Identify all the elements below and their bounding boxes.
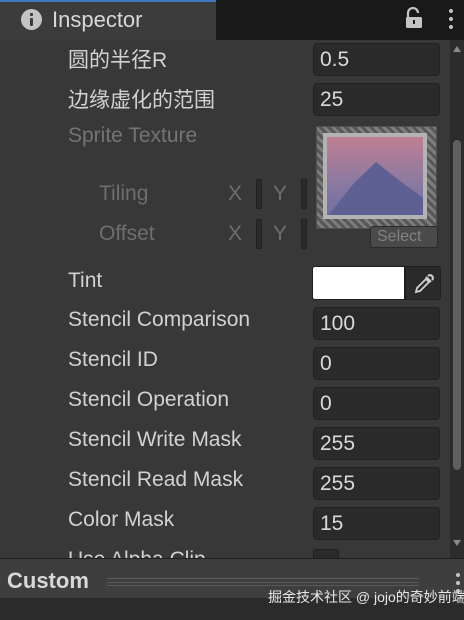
stencil-read-mask-field[interactable]: 255 (313, 467, 440, 500)
property-row-stencil-operation: Stencil Operation 0 (0, 384, 450, 424)
stencil-operation-label: Stencil Operation (68, 388, 230, 411)
property-row-stencil-comparison: Stencil Comparison 100 (0, 304, 450, 344)
custom-panel-header: Custom 掘金技术社区 @ jojo的奇妙前端 (0, 559, 464, 620)
offset-label: Offset (99, 222, 155, 245)
property-row-stencil-write-mask: Stencil Write Mask 255 (0, 424, 450, 464)
texture-select-button[interactable]: Select (370, 226, 438, 248)
tiling-label: Tiling (99, 182, 149, 205)
tint-label: Tint (68, 269, 103, 292)
stencil-id-field[interactable]: 0 (313, 347, 440, 380)
alpha-clip-label: Use Alpha Clip (68, 548, 206, 558)
stencil-id-label: Stencil ID (68, 348, 158, 371)
tiling-x-label: X (228, 182, 243, 205)
property-row-radius: 圆的半径R 0.5 (0, 40, 450, 80)
stencil-comparison-label: Stencil Comparison (68, 308, 251, 331)
tiling-y-field[interactable] (301, 179, 307, 209)
tab-inspector[interactable]: Inspector (0, 0, 216, 40)
sprite-texture-label: Sprite Texture (68, 124, 198, 147)
property-row-edge-blur: 边缘虚化的范围 25 (0, 80, 450, 120)
texture-thumbnail (323, 133, 427, 219)
tiling-x-field[interactable] (256, 179, 262, 209)
vertical-scrollbar[interactable] (450, 40, 464, 558)
property-row-stencil-read-mask: Stencil Read Mask 255 (0, 464, 450, 504)
stencil-write-mask-label: Stencil Write Mask (68, 428, 242, 451)
edge-blur-field[interactable]: 25 (313, 83, 440, 116)
sprite-texture-preview[interactable] (316, 126, 437, 229)
info-icon (21, 9, 42, 30)
radius-label: 圆的半径R (68, 49, 168, 72)
color-mask-field[interactable]: 15 (313, 507, 440, 540)
stencil-write-mask-field[interactable]: 255 (313, 427, 440, 460)
alpha-clip-checkbox[interactable] (313, 549, 339, 558)
tiling-y-label: Y (273, 182, 288, 205)
inspector-content: 圆的半径R 0.5 边缘虚化的范围 25 Sprite Texture Sele… (0, 40, 450, 558)
resize-grip[interactable] (107, 578, 419, 586)
offset-y-label: Y (273, 222, 288, 245)
scroll-thumb[interactable] (453, 140, 461, 470)
property-row-stencil-id: Stencil ID 0 (0, 344, 450, 384)
custom-title: Custom (7, 568, 89, 593)
eyedropper-icon (414, 274, 434, 294)
property-row-color-mask: Color Mask 15 (0, 504, 450, 544)
lock-icon[interactable] (405, 7, 423, 29)
scroll-up-icon[interactable] (453, 46, 461, 52)
watermark-text: 掘金技术社区 @ jojo的奇妙前端 (268, 589, 464, 605)
offset-x-label: X (228, 222, 243, 245)
tab-title: Inspector (52, 7, 143, 32)
edge-blur-label: 边缘虚化的范围 (68, 89, 215, 112)
eyedropper-button[interactable] (405, 266, 441, 300)
stencil-read-mask-label: Stencil Read Mask (68, 468, 244, 491)
tint-color-field[interactable] (312, 266, 405, 300)
radius-field[interactable]: 0.5 (313, 43, 440, 76)
title-bar: Inspector (0, 0, 464, 40)
offset-x-field[interactable] (256, 219, 262, 249)
scroll-down-icon[interactable] (453, 540, 461, 546)
stencil-operation-field[interactable]: 0 (313, 387, 440, 420)
color-mask-label: Color Mask (68, 508, 175, 531)
offset-y-field[interactable] (301, 219, 307, 249)
stencil-comparison-field[interactable]: 100 (313, 307, 440, 340)
menu-dots-icon[interactable] (449, 9, 453, 29)
